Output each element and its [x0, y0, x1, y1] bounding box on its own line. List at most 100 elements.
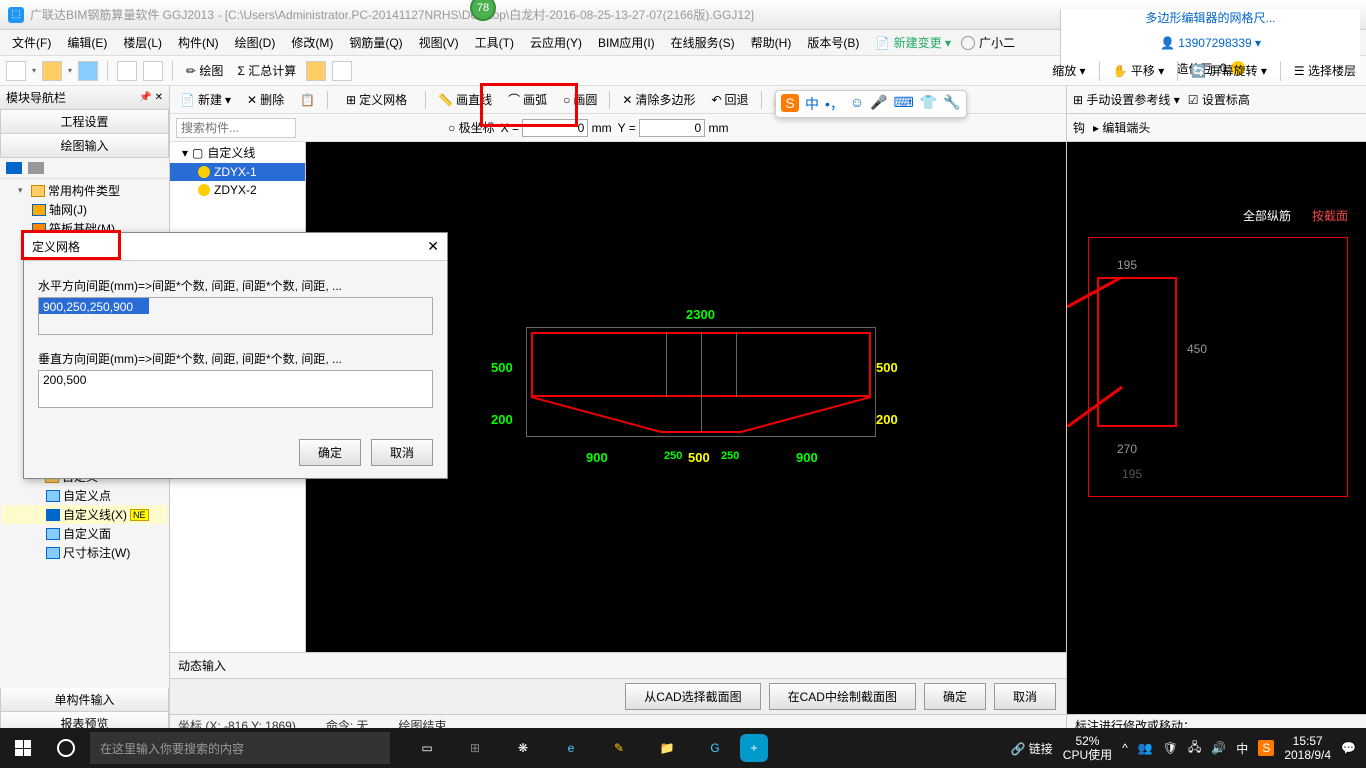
- menu-floor[interactable]: 楼层(L): [117, 32, 168, 53]
- taskview-icon[interactable]: ▭: [404, 728, 450, 768]
- ref-line-button[interactable]: ⊞ 手动设置参考线 ▾: [1073, 91, 1180, 108]
- app-edge[interactable]: e: [548, 728, 594, 768]
- phone-link[interactable]: 👤 13907298339 ▾: [1160, 36, 1261, 50]
- cancel-button[interactable]: 取消: [994, 683, 1056, 710]
- tree-dim[interactable]: 尺寸标注(W): [2, 543, 167, 562]
- tray-shield-icon[interactable]: 🛡: [1163, 741, 1178, 755]
- app-note[interactable]: ✎: [596, 728, 642, 768]
- ime-emoji-icon[interactable]: ☺: [850, 94, 864, 114]
- floor-button[interactable]: ☰ 选择楼层: [1290, 62, 1360, 79]
- cad-select-button[interactable]: 从CAD选择截面图: [625, 683, 760, 710]
- v-spacing-input[interactable]: [38, 370, 433, 408]
- tab-project[interactable]: 工程设置: [0, 110, 169, 134]
- ime-tool-icon[interactable]: 🔧: [943, 94, 960, 114]
- view-icon-1[interactable]: [6, 162, 22, 174]
- clear-poly-button[interactable]: ✕ 清除多边形: [618, 89, 699, 110]
- sogou-icon[interactable]: S: [781, 94, 799, 112]
- menu-edit[interactable]: 编辑(E): [61, 32, 113, 53]
- ime-toolbar[interactable]: S 中 •， ☺ 🎤 ⌨ 👕 🔧: [775, 90, 967, 118]
- tree-point[interactable]: 自定义点: [2, 486, 167, 505]
- view-icon-2[interactable]: [28, 162, 44, 174]
- menu-draw[interactable]: 绘图(D): [229, 32, 282, 53]
- tray-people-icon[interactable]: 👥: [1138, 741, 1153, 755]
- tab-single[interactable]: 单构件输入: [0, 688, 169, 712]
- draw-arc-button[interactable]: ⌒ 画弧: [504, 89, 551, 110]
- h-spacing-input[interactable]: <span class="sel"></span>: [38, 297, 433, 335]
- comp-root[interactable]: ▾▢ 自定义线: [170, 142, 305, 163]
- sum-button[interactable]: Σ 汇总计算: [233, 62, 300, 79]
- set-mark-button[interactable]: ☑ 设置标高: [1188, 91, 1250, 108]
- undo-icon[interactable]: [117, 61, 137, 81]
- tray-vol-icon[interactable]: 🔊: [1211, 741, 1226, 755]
- app-plus[interactable]: +: [740, 734, 768, 762]
- menu-ver[interactable]: 版本号(B): [801, 32, 865, 53]
- menu-rebar[interactable]: 钢筋量(Q): [343, 32, 408, 53]
- y-input[interactable]: [639, 119, 705, 137]
- ime-punct-icon[interactable]: •，: [825, 94, 844, 114]
- comp-item-1[interactable]: ZDYX-1: [170, 163, 305, 181]
- menu-online[interactable]: 在线服务(S): [665, 32, 741, 53]
- tray-notif-icon[interactable]: 💬: [1341, 741, 1356, 755]
- define-grid-button[interactable]: ⊞ 定义网格: [336, 87, 417, 112]
- tray-up-icon[interactable]: ^: [1122, 741, 1128, 755]
- tree-line[interactable]: 自定义线(X)NE: [2, 505, 167, 524]
- tray-link[interactable]: 🔗 链接: [1010, 740, 1052, 757]
- tool2-icon[interactable]: [332, 61, 352, 81]
- copy-icon[interactable]: 📋: [296, 91, 319, 109]
- rotate-button[interactable]: 🔄 屏幕旋转 ▾: [1187, 62, 1271, 79]
- tray-clock[interactable]: 15:572018/9/4: [1284, 734, 1331, 763]
- dialog-ok-button[interactable]: 确定: [299, 439, 361, 466]
- tray-cpu[interactable]: 52%CPU使用: [1063, 734, 1112, 763]
- cad-draw-button[interactable]: 在CAD中绘制截面图: [769, 683, 916, 710]
- start-button[interactable]: [0, 728, 46, 768]
- hook-button[interactable]: 钩: [1073, 119, 1085, 136]
- tree-axis[interactable]: 轴网(J): [2, 200, 167, 219]
- save-icon[interactable]: [78, 61, 98, 81]
- app-fan[interactable]: ❋: [500, 728, 546, 768]
- app-explorer[interactable]: 📁: [644, 728, 690, 768]
- section-canvas[interactable]: 全部纵筋 按截面 195 450 270 195: [1067, 142, 1366, 714]
- menu-comp[interactable]: 构件(N): [172, 32, 225, 53]
- search-input[interactable]: [176, 118, 296, 138]
- del-comp-button[interactable]: ✕ 删除: [243, 89, 288, 110]
- end-button[interactable]: ▸ 编辑端头: [1093, 119, 1150, 136]
- menu-file[interactable]: 文件(F): [6, 32, 57, 53]
- menu-mod[interactable]: 修改(M): [285, 32, 339, 53]
- app-1[interactable]: ⊞: [452, 728, 498, 768]
- pin-icon[interactable]: 📌 ✕: [139, 92, 163, 103]
- dialog-cancel-button[interactable]: 取消: [371, 439, 433, 466]
- tree-common[interactable]: ▾常用构件类型: [2, 181, 167, 200]
- menu-cloud[interactable]: 云应用(Y): [524, 32, 588, 53]
- tray-net-icon[interactable]: 🖧: [1188, 738, 1201, 759]
- draw-line-button[interactable]: 📏 画直线: [434, 89, 496, 110]
- gxe-button[interactable]: 广小二: [961, 34, 1015, 51]
- zoom-button[interactable]: 缩放 ▾: [1048, 62, 1089, 79]
- ime-kbd-icon[interactable]: ⌨: [894, 94, 914, 114]
- menu-help[interactable]: 帮助(H): [745, 32, 798, 53]
- tool-icon[interactable]: [306, 61, 326, 81]
- draw-button[interactable]: ✏ 绘图: [182, 62, 227, 79]
- tab-drawing[interactable]: 绘图输入: [0, 134, 169, 158]
- redo-icon[interactable]: [143, 61, 163, 81]
- dialog-close-icon[interactable]: ✕: [427, 238, 439, 255]
- draw-circle-button[interactable]: ○ 画圆: [559, 89, 601, 110]
- tray-sogou-icon[interactable]: S: [1258, 740, 1274, 756]
- undo-button[interactable]: ↶ 回退: [707, 89, 752, 110]
- poly-editor-link[interactable]: 多边形编辑器的网格尺...: [1145, 9, 1275, 26]
- cortana-icon[interactable]: [46, 739, 86, 757]
- app-g[interactable]: G: [692, 728, 738, 768]
- new-icon[interactable]: [6, 61, 26, 81]
- ok-button[interactable]: 确定: [924, 683, 986, 710]
- comp-item-2[interactable]: ZDYX-2: [170, 181, 305, 199]
- menu-view[interactable]: 视图(V): [413, 32, 465, 53]
- new-comp-button[interactable]: 📄 新建 ▾: [176, 89, 235, 110]
- x-input[interactable]: [522, 119, 588, 137]
- ime-skin-icon[interactable]: 👕: [920, 94, 937, 114]
- tree-face[interactable]: 自定义面: [2, 524, 167, 543]
- new-change-button[interactable]: 📄 新建变更 ▾: [869, 32, 957, 53]
- taskbar-search[interactable]: 在这里输入你要搜索的内容: [90, 732, 390, 764]
- pan-button[interactable]: ✋ 平移 ▾: [1109, 62, 1169, 79]
- ime-lang-icon[interactable]: 中: [805, 94, 819, 114]
- menu-bim[interactable]: BIM应用(I): [592, 32, 661, 53]
- polar-radio[interactable]: ○ 极坐标: [448, 119, 495, 136]
